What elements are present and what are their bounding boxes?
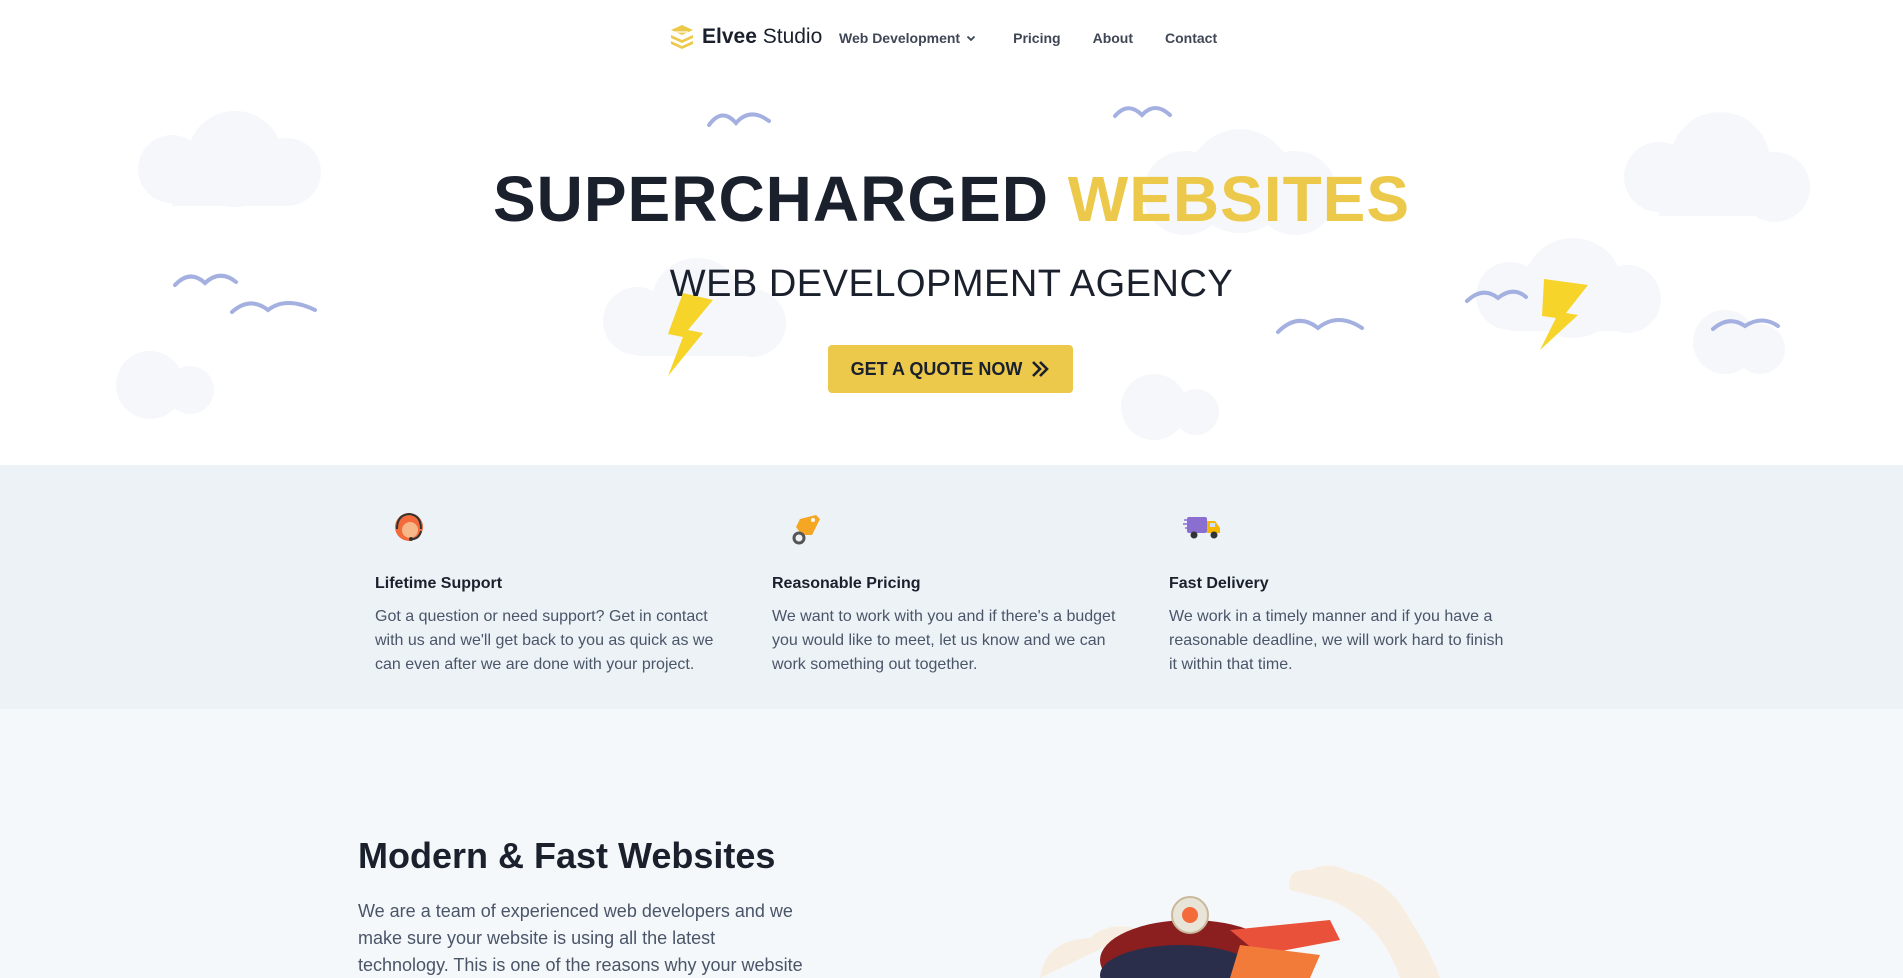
cloud bbox=[1121, 374, 1219, 440]
stack-logo-icon bbox=[671, 25, 693, 49]
get-quote-label: GET A QUOTE NOW bbox=[850, 358, 1023, 379]
section-title: Modern & Fast Websites bbox=[358, 835, 776, 876]
rocket-plane-illustration bbox=[1040, 865, 1440, 978]
hero-section: SUPERCHARGED WEBSITES WEB DEVELOPMENT AG… bbox=[0, 76, 1903, 465]
double-chevron-right-icon bbox=[1032, 361, 1050, 377]
feature-title: Fast Delivery bbox=[1169, 575, 1269, 592]
nav-about[interactable]: About bbox=[1093, 30, 1133, 46]
bird bbox=[707, 112, 771, 127]
feature-description: Got a question or need support? Get in c… bbox=[375, 608, 714, 673]
hero-title: SUPERCHARGED WEBSITES bbox=[492, 163, 1411, 235]
nav-web-development-label: Web Development bbox=[839, 30, 961, 46]
bird bbox=[1113, 106, 1172, 118]
brand-name: Elvee Studio bbox=[702, 25, 823, 48]
nav-web-development[interactable]: Web Development bbox=[839, 30, 977, 46]
feature-title: Reasonable Pricing bbox=[772, 575, 921, 592]
hero-subtitle: WEB DEVELOPMENT AGENCY bbox=[669, 263, 1234, 305]
top-navbar: Elvee Studio Web Development Pricing Abo… bbox=[0, 0, 1903, 76]
feature-description: We want to work with you and if there's … bbox=[772, 608, 1116, 673]
brand-logo[interactable]: Elvee Studio bbox=[668, 23, 822, 51]
feature-title: Lifetime Support bbox=[375, 575, 503, 592]
cloud bbox=[1693, 310, 1785, 374]
support-agent-icon bbox=[395, 512, 423, 541]
delivery-truck-icon bbox=[1183, 517, 1220, 539]
nav-contact[interactable]: Contact bbox=[1165, 30, 1217, 46]
get-quote-button[interactable]: GET A QUOTE NOW bbox=[828, 345, 1073, 393]
nav-links: Web Development Pricing About Contact bbox=[839, 30, 1249, 46]
cloud bbox=[116, 351, 214, 419]
features-section: Lifetime Support Got a question or need … bbox=[0, 465, 1903, 709]
section-text: We are a team of experienced web develop… bbox=[358, 901, 803, 975]
bird bbox=[1276, 318, 1364, 334]
feature-description: We work in a timely manner and if you ha… bbox=[1169, 608, 1504, 673]
price-tag-icon bbox=[792, 515, 820, 545]
nav-pricing[interactable]: Pricing bbox=[1013, 30, 1060, 46]
chevron-down-icon bbox=[966, 35, 976, 42]
